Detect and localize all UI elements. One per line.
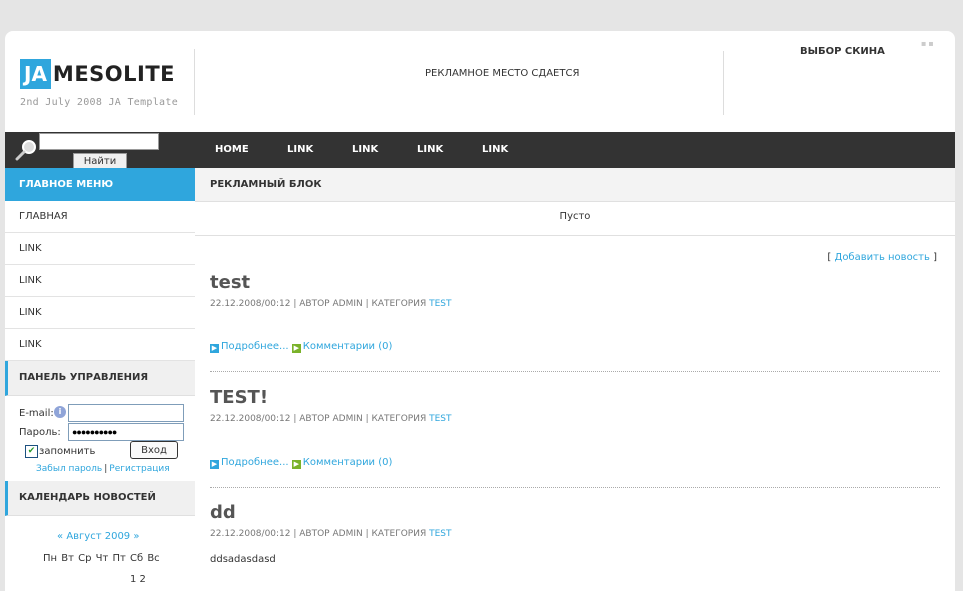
nav-item-link-4[interactable]: LINK — [482, 144, 508, 155]
main-menu-item-link[interactable]: LINK — [5, 297, 195, 329]
control-panel-title: ПАНЕЛЬ УПРАВЛЕНИЯ — [5, 361, 195, 396]
post-date: 22.12.2008/00:12 — [210, 414, 291, 424]
post-category-link[interactable]: TEST — [429, 529, 451, 539]
main-menu-title: ГЛАВНОЕ МЕНЮ — [5, 168, 195, 201]
site-logo[interactable]: JA MESOLITE — [20, 59, 175, 89]
bracket-open: [ — [827, 252, 832, 263]
post-body: ddsadasdasd — [210, 554, 276, 565]
calendar-prev-link[interactable]: « — [57, 531, 63, 542]
remember-checkbox[interactable]: ✔ — [25, 445, 38, 458]
email-field[interactable] — [68, 404, 184, 422]
login-button[interactable]: Вход — [130, 441, 178, 459]
post-meta: 22.12.2008/00:12 | АВТОР ADMIN | КАТЕГОР… — [210, 299, 452, 309]
calendar-next-link[interactable]: » — [133, 531, 139, 542]
search-icon — [15, 140, 36, 161]
logo-subtitle: 2nd July 2008 JA Template — [20, 97, 179, 108]
arrow-right-icon: ▶ — [291, 460, 301, 469]
calendar-month[interactable]: Август 2009 — [66, 531, 130, 542]
skin-selector-label[interactable]: ВЫБОР СКИНА — [800, 46, 885, 57]
calendar-weekdays: Пн Вт Ср Чт Пт Сб Вс — [43, 553, 160, 564]
main-menu-item-link[interactable]: LINK — [5, 265, 195, 297]
post-author-label: АВТОР — [299, 529, 330, 539]
post-meta: 22.12.2008/00:12 | АВТОР ADMIN | КАТЕГОР… — [210, 414, 452, 424]
news-post: TEST! 22.12.2008/00:12 | АВТОР ADMIN | К… — [210, 387, 940, 469]
password-label: Пароль: — [19, 427, 61, 438]
skin-options[interactable]: ▪▪ — [921, 39, 936, 48]
post-title[interactable]: dd — [210, 502, 940, 523]
register-link[interactable]: Регистрация — [109, 464, 169, 474]
post-actions: ▶ Подробнее... ▶ Комментарии (0) — [210, 457, 392, 469]
read-more-link[interactable]: Подробнее... — [221, 341, 289, 352]
post-author: ADMIN — [332, 299, 363, 309]
news-calendar-title: КАЛЕНДАРЬ НОВОСТЕЙ — [5, 481, 195, 516]
main-menu-item-home[interactable]: ГЛАВНАЯ — [5, 201, 195, 233]
news-post: test 22.12.2008/00:12 | АВТОР ADMIN | КА… — [210, 272, 940, 353]
post-author-label: АВТОР — [299, 414, 330, 424]
search-area: Найти — [5, 132, 195, 169]
post-author: ADMIN — [332, 414, 363, 424]
add-news-control: [ Добавить новость ] — [827, 252, 937, 263]
post-date: 22.12.2008/00:12 — [210, 299, 291, 309]
header-divider-right — [723, 51, 724, 115]
post-meta: 22.12.2008/00:12 | АВТОР ADMIN | КАТЕГОР… — [210, 529, 452, 539]
nav-item-link-2[interactable]: LINK — [352, 144, 378, 155]
top-navigation: HOME LINK LINK LINK LINK — [195, 132, 955, 168]
info-icon[interactable]: i — [54, 406, 66, 418]
post-category-link[interactable]: TEST — [429, 414, 451, 424]
ad-block-title: РЕКЛАМНЫЙ БЛОК — [195, 168, 955, 202]
post-title[interactable]: TEST! — [210, 387, 940, 408]
post-divider — [210, 371, 940, 372]
read-more-link[interactable]: Подробнее... — [221, 457, 289, 468]
main-content: РЕКЛАМНЫЙ БЛОК Пусто [ Добавить новость … — [195, 168, 955, 565]
main-menu-item-link[interactable]: LINK — [5, 233, 195, 265]
post-title[interactable]: test — [210, 272, 940, 293]
logo-box: JA — [20, 59, 51, 89]
logo-word: MESOLITE — [52, 62, 176, 86]
main-menu-item-link[interactable]: LINK — [5, 329, 195, 361]
nav-item-link-3[interactable]: LINK — [417, 144, 443, 155]
nav-item-home[interactable]: HOME — [215, 144, 249, 155]
post-category-link[interactable]: TEST — [429, 299, 451, 309]
ad-block-body: Пусто — [195, 202, 955, 236]
arrow-right-icon: ▶ — [210, 344, 219, 353]
link-separator: | — [104, 464, 108, 474]
post-actions: ▶ Подробнее... ▶ Комментарии (0) — [210, 341, 392, 353]
search-input[interactable] — [39, 133, 159, 150]
arrow-right-icon: ▶ — [291, 344, 301, 353]
calendar-days-row[interactable]: 1 2 — [130, 574, 146, 585]
post-divider — [210, 487, 940, 488]
forgot-password-link[interactable]: Забыл пароль — [36, 464, 102, 474]
page-wrapper: JA MESOLITE 2nd July 2008 JA Template РЕК… — [5, 31, 955, 591]
bracket-close: ] — [933, 252, 937, 263]
login-form: E-mail: i Пароль: ✔ запомнить Вход Забыл… — [5, 396, 195, 481]
post-category-label: КАТЕГОРИЯ — [371, 414, 427, 424]
remember-label: запомнить — [39, 446, 96, 457]
header-ad-text: РЕКЛАМНОЕ МЕСТО СДАЕТСЯ — [425, 68, 580, 79]
nav-item-link-1[interactable]: LINK — [287, 144, 313, 155]
search-button[interactable]: Найти — [73, 153, 127, 169]
add-news-link[interactable]: Добавить новость — [835, 252, 930, 263]
left-sidebar: ГЛАВНОЕ МЕНЮ ГЛАВНАЯ LINK LINK LINK LINK… — [5, 168, 195, 591]
comments-link[interactable]: Комментарии (0) — [303, 341, 393, 352]
password-field[interactable] — [68, 423, 184, 441]
calendar-month-nav: « Август 2009 » — [57, 531, 139, 542]
header-divider — [194, 49, 195, 115]
login-links: Забыл пароль | Регистрация — [36, 464, 170, 474]
post-author: ADMIN — [332, 529, 363, 539]
comments-link[interactable]: Комментарии (0) — [303, 457, 393, 468]
arrow-right-icon: ▶ — [210, 460, 219, 469]
news-post: dd 22.12.2008/00:12 | АВТОР ADMIN | КАТЕ… — [210, 502, 940, 565]
post-category-label: КАТЕГОРИЯ — [371, 529, 427, 539]
news-calendar: « Август 2009 » Пн Вт Ср Чт Пт Сб Вс 1 2 — [5, 516, 195, 591]
post-author-label: АВТОР — [299, 299, 330, 309]
post-category-label: КАТЕГОРИЯ — [371, 299, 427, 309]
post-date: 22.12.2008/00:12 — [210, 529, 291, 539]
email-label: E-mail: — [19, 408, 54, 419]
